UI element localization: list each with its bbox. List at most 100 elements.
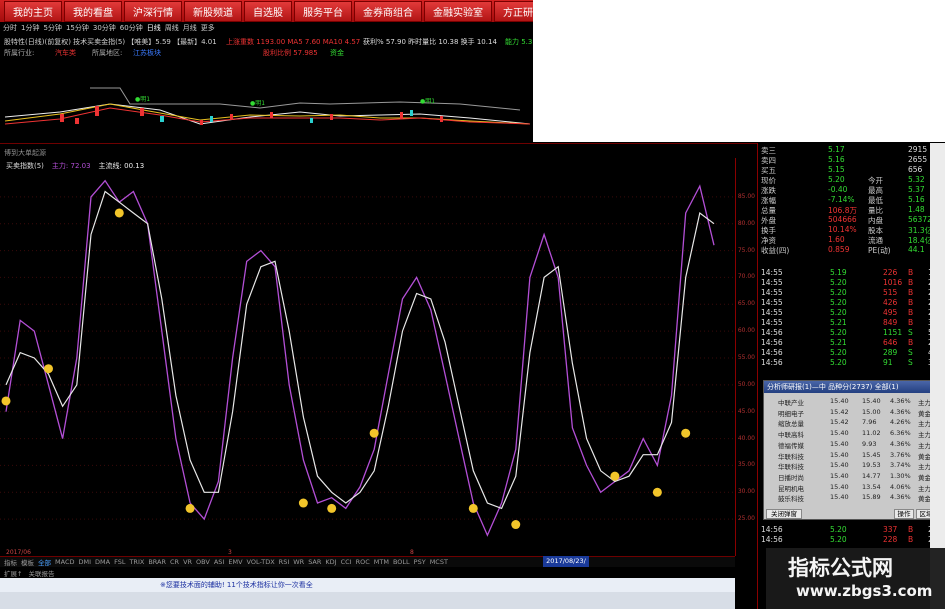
menu-item-6[interactable]: 金券商组合 (354, 0, 422, 22)
menu-item-2[interactable]: 沪深行情 (124, 0, 182, 22)
indicator-tab[interactable]: VOL-TDX (247, 558, 275, 566)
popup-cell: 中联高科 (778, 431, 804, 440)
quote-volume: 2655 (908, 155, 928, 164)
indicator-tab[interactable]: MCST (430, 558, 448, 566)
timeframe-8[interactable]: 月线 (183, 23, 197, 33)
indicator-tab[interactable]: CCI (341, 558, 352, 566)
close-popup-button[interactable]: 关闭弹窗 (766, 509, 802, 519)
indicator-tab[interactable]: ASI (214, 558, 225, 566)
tick-price: 5.20 (830, 348, 847, 357)
indicator-tab[interactable]: SAR (308, 558, 321, 566)
tick-time: 14:56 (761, 535, 783, 544)
timeframe-4[interactable]: 30分钟 (93, 23, 116, 33)
popup-cell: 15.40 (862, 397, 881, 405)
timeframe-9[interactable]: 更多 (201, 23, 215, 33)
indicator-tab[interactable]: 模板 (21, 557, 34, 567)
popup-cell: 14.77 (862, 471, 881, 480)
popup-row[interactable]: 德福传媒15.409.934.36%主力建仓 (766, 440, 944, 450)
operate-button[interactable]: 操作 (894, 509, 914, 519)
side-toolbar[interactable] (930, 143, 945, 609)
popup-row[interactable]: 缩放总量15.427.964.26%主力建仓 (766, 418, 944, 428)
tick-price: 5.20 (830, 298, 847, 307)
tick-row: 14:565.2091S3 (758, 358, 945, 368)
buy-signal-marker (511, 520, 521, 530)
popup-row[interactable]: 昆明机电15.4013.544.06%主力建仓 (766, 482, 944, 493)
indicator-tab[interactable]: BRAR (148, 558, 166, 566)
indicator-chart[interactable]: 2017/06 3 8 (0, 158, 735, 556)
indicator-tab[interactable]: MACD (55, 558, 74, 566)
tick-time: 14:56 (761, 338, 783, 347)
indicator-tab[interactable]: ROC (356, 558, 370, 566)
mini-marker-1: ●明1 (135, 96, 150, 103)
indicator-tab[interactable]: CR (170, 558, 179, 566)
watermark-line1: 指标公式网 (788, 556, 893, 580)
popup-row[interactable]: 中联高科15.4011.026.36%主力建仓 (766, 429, 944, 440)
timeframe-1[interactable]: 1分钟 (21, 23, 39, 33)
menu-item-1[interactable]: 我的看盘 (64, 0, 122, 22)
buy-signal-marker (185, 503, 195, 513)
popup-row[interactable]: 华联科技15.4015.453.76%黄金买点 (766, 450, 944, 461)
tick-volume: 1016 (883, 278, 903, 287)
timeframe-2[interactable]: 5分钟 (43, 23, 61, 33)
indicator-tab[interactable]: MTM (374, 558, 389, 566)
tick-row: 14:555.20515B25 (758, 288, 945, 298)
popup-cell: 13.54 (862, 482, 881, 491)
indicator-tab[interactable]: BOLL (393, 558, 410, 566)
menu-item-0[interactable]: 我的主页 (4, 0, 62, 22)
menu-item-4[interactable]: 自选股 (244, 0, 292, 22)
indicator-tab[interactable]: EMV (228, 558, 242, 566)
popup-cell: 明细电子 (778, 409, 804, 418)
indicator-tab[interactable]: TRIX (129, 558, 144, 566)
indicator-tab[interactable]: 全部 (38, 557, 51, 567)
extension-tab[interactable]: 关联报告 (28, 568, 54, 578)
popup-row[interactable]: 中联产业15.4015.404.36%主力建仓 (766, 397, 944, 407)
quote-value: 0.859 (828, 245, 850, 254)
popup-cell: 中联产业 (778, 399, 804, 407)
quote-row: 买五 5.15 656 (758, 165, 945, 175)
menu-item-3[interactable]: 新股频道 (184, 0, 242, 22)
tick-volume: 226 (883, 268, 898, 277)
extension-tabs: 扩展↑ 关联报告 (0, 567, 735, 578)
timeframe-5[interactable]: 60分钟 (120, 23, 143, 33)
promo-text[interactable]: ※您要技术面的辅助! 11个技术指标让你一次看全 (160, 580, 313, 590)
menu-item-5[interactable]: 服务平台 (294, 0, 352, 22)
indicator-tab[interactable]: VR (183, 558, 192, 566)
mini-marker-2: ●明1 (250, 100, 265, 107)
tick-side: B (908, 288, 914, 297)
popup-title[interactable]: 分析师研报(1)—中 品种分(2737) 全部(1) (764, 381, 940, 393)
timeframe-0[interactable]: 分时 (3, 23, 17, 33)
popup-cell: 15.40 (830, 482, 849, 491)
popup-row[interactable]: 鼓乐科技15.4015.894.36%黄金买点 (766, 493, 944, 503)
indicator-tab[interactable]: FSL (114, 558, 125, 566)
menu-item-7[interactable]: 金融实验室 (424, 0, 492, 22)
price-mini-chart[interactable]: ●明1 ●明1 ●明1 (0, 58, 533, 144)
tick-price: 5.20 (830, 358, 847, 367)
indicator-tab[interactable]: KDJ (325, 558, 336, 566)
quote-panel: 卖三 5.17 2915 卖四 5.16 2655 买五 5.15 656 现价 5.20 今开 5.3… (757, 143, 945, 609)
tick-price: 5.21 (830, 318, 847, 327)
indicator-tab[interactable]: DMA (95, 558, 110, 566)
popup-cell: 4.36% (890, 493, 911, 502)
tick-side: B (908, 308, 914, 317)
indicator-tab[interactable]: DMI (78, 558, 91, 566)
popup-cell: 3.76% (890, 450, 911, 459)
screener-popup[interactable]: 分析师研报(1)—中 品种分(2737) 全部(1) 中联产业 15.40 15.4… (763, 380, 944, 520)
popup-row[interactable]: 明细电子15.4215.004.36%黄金买点 (766, 407, 944, 418)
timeframe-6[interactable]: 日线 (147, 23, 161, 33)
tick-volume: 91 (883, 358, 893, 367)
indicator-tab[interactable]: OBV (196, 558, 210, 566)
popup-cell: 德福传媒 (778, 441, 804, 450)
popup-row[interactable]: 华联科技15.4019.533.74%主力建仓 (766, 461, 944, 471)
indicator-tab[interactable]: WR (293, 558, 304, 566)
tick-row: 14:555.21849B33 (758, 318, 945, 328)
indicator-tab[interactable]: RSI (279, 558, 290, 566)
tick-time: 14:55 (761, 308, 783, 317)
popup-cell: 15.00 (862, 407, 881, 416)
timeframe-3[interactable]: 15分钟 (66, 23, 89, 33)
timeframe-7[interactable]: 周线 (165, 23, 179, 33)
popup-row[interactable]: 日播时尚15.4014.771.30%黄金买点 (766, 471, 944, 482)
indicator-tab[interactable]: 指标 (4, 557, 17, 567)
extension-tab[interactable]: 扩展↑ (4, 568, 22, 578)
indicator-tab[interactable]: PSY (414, 558, 426, 566)
promo-bar[interactable]: ※您要技术面的辅助! 11个技术指标让你一次看全 (0, 578, 735, 592)
